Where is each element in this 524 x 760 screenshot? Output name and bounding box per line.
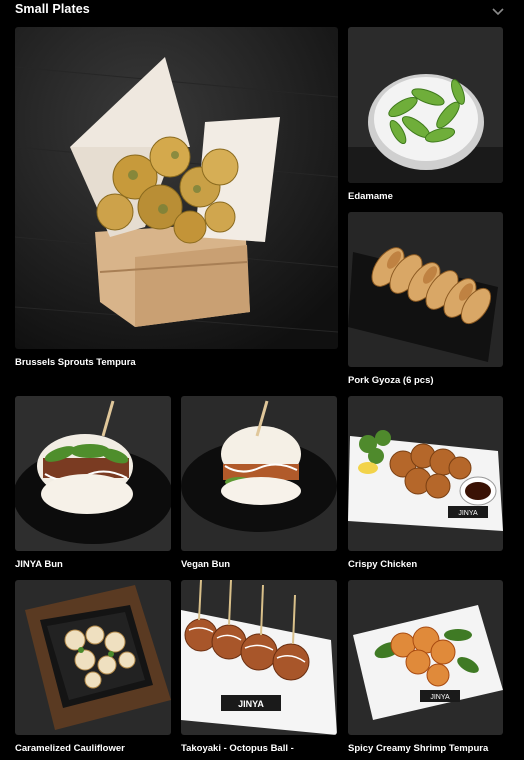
vegan-bun-photo bbox=[181, 396, 337, 551]
jinya-logo-text: JINYA bbox=[430, 694, 450, 701]
menu-item-vegan-bun[interactable]: Vegan Bun bbox=[181, 396, 337, 572]
jinya-logo-text: JINYA bbox=[458, 510, 478, 517]
menu-item-name: Spicy Creamy Shrimp Tempura bbox=[348, 743, 489, 754]
menu-item-takoyaki[interactable]: JINYA Takoyaki - Octopus Ball - bbox=[181, 580, 337, 760]
jinya-bun-photo bbox=[15, 396, 171, 551]
takoyaki-photo: JINYA bbox=[181, 580, 337, 735]
menu-item-name: Brussels Sprouts Tempura bbox=[15, 357, 136, 368]
menu-item-pork-gyoza[interactable]: Pork Gyoza (6 pcs) bbox=[348, 212, 503, 388]
crispy-chicken-photo: JINYA bbox=[348, 396, 503, 551]
menu-item-name: Caramelized Cauliflower bbox=[15, 743, 125, 754]
caramelized-cauliflower-photo bbox=[15, 580, 171, 735]
menu-item-jinya-bun[interactable]: JINYA Bun bbox=[15, 396, 171, 572]
jinya-logo-text: JINYA bbox=[238, 699, 264, 709]
section-header: Small Plates bbox=[0, 0, 524, 24]
menu-item-name: Edamame bbox=[348, 191, 393, 202]
menu-item-name: JINYA Bun bbox=[15, 559, 63, 570]
edamame-photo bbox=[348, 27, 503, 183]
menu-item-caramelized-cauliflower[interactable]: Caramelized Cauliflower bbox=[15, 580, 171, 760]
chevron-down-icon[interactable] bbox=[490, 4, 506, 18]
menu-item-edamame[interactable]: Edamame bbox=[348, 27, 503, 205]
section-title: Small Plates bbox=[15, 2, 90, 16]
pork-gyoza-photo bbox=[348, 212, 503, 367]
spicy-creamy-shrimp-tempura-photo: JINYA bbox=[348, 580, 503, 735]
menu-item-name: Pork Gyoza (6 pcs) bbox=[348, 375, 434, 386]
menu-item-name: Vegan Bun bbox=[181, 559, 231, 570]
brussels-sprouts-tempura-photo bbox=[15, 27, 338, 349]
menu-item-spicy-creamy-shrimp-tempura[interactable]: JINYA Spicy Creamy Shrimp Tempura bbox=[348, 580, 503, 760]
menu-item-name: Takoyaki - Octopus Ball - bbox=[181, 743, 294, 754]
menu-item-crispy-chicken[interactable]: JINYA Crispy Chicken bbox=[348, 396, 503, 572]
menu-item-name: Crispy Chicken bbox=[348, 559, 418, 570]
menu-item-brussels-sprouts-tempura[interactable]: Brussels Sprouts Tempura bbox=[15, 27, 338, 372]
